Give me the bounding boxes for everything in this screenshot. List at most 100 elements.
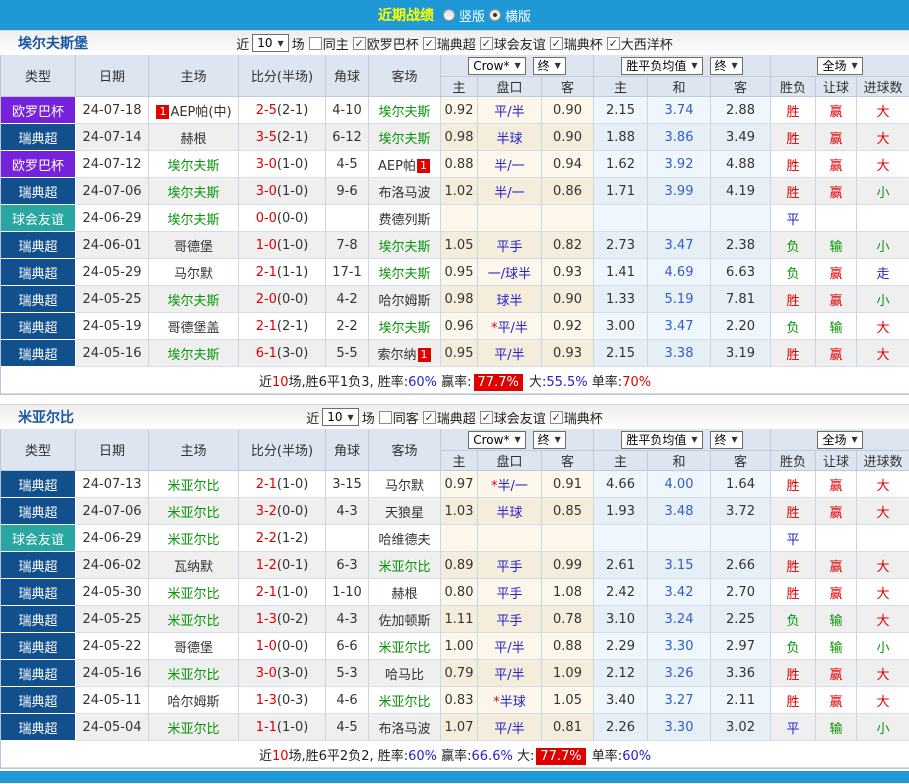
odds-away-cell: 0.81 xyxy=(542,714,594,741)
odds-away-cell: 0.93 xyxy=(542,340,594,367)
scope-select[interactable]: 全场 xyxy=(817,431,862,449)
table-row: 瑞典超24-07-06米亚尔比3-2(0-0)4-3天狼星1.03半球0.851… xyxy=(1,498,909,525)
league-checkbox[interactable] xyxy=(480,37,493,50)
handicap-value: 赢 xyxy=(830,695,843,710)
result-value: 胜 xyxy=(787,560,800,575)
league-checkbox[interactable] xyxy=(423,411,436,424)
date-cell: 24-05-25 xyxy=(76,606,149,633)
goals-value: 大 xyxy=(877,614,890,629)
score-cell: 3-0(1-0) xyxy=(239,178,326,205)
league-checkbox[interactable] xyxy=(480,411,493,424)
layout-radio[interactable] xyxy=(443,9,455,21)
layout-radio[interactable] xyxy=(489,9,501,21)
goals-value: 大 xyxy=(877,132,890,147)
summary-segment: 场,胜6平2负2, 胜率: xyxy=(289,749,409,764)
corners-cell: 2-2 xyxy=(326,313,369,340)
handicap-cell: 赢 xyxy=(816,687,857,714)
halftime-score: (0-0) xyxy=(277,504,308,519)
games-count-select[interactable]: 10 xyxy=(322,408,358,426)
same-venue-filter: 同客 xyxy=(378,408,419,427)
odds-final-select[interactable]: 终 xyxy=(533,431,566,449)
same-venue-label: 同主 xyxy=(323,34,349,53)
avg-draw-cell xyxy=(648,525,711,552)
league-label: 瑞典超 xyxy=(437,34,476,53)
score-cell: 2-1(2-1) xyxy=(239,313,326,340)
column-header-corners: 角球 xyxy=(326,429,369,471)
date-cell: 24-06-29 xyxy=(76,525,149,552)
corners-cell: 17-1 xyxy=(326,259,369,286)
odds-source-select[interactable]: Crow* xyxy=(468,57,525,75)
avg-away-cell: 2.88 xyxy=(711,97,771,124)
odds-away-cell: 1.08 xyxy=(542,579,594,606)
league-checkbox[interactable] xyxy=(353,37,366,50)
home-team-name: 瓦纳默 xyxy=(174,560,213,575)
odds-line-cell: 平/半 xyxy=(478,714,542,741)
scope-select[interactable]: 全场 xyxy=(817,57,862,75)
type-cell: 瑞典超 xyxy=(1,259,76,286)
league-checkbox[interactable] xyxy=(550,411,563,424)
odds-away-cell: 0.91 xyxy=(542,471,594,498)
corners-cell xyxy=(326,205,369,232)
avg-final-select[interactable]: 终 xyxy=(710,431,743,449)
avg-final-select[interactable]: 终 xyxy=(710,57,743,75)
goals-cell: 大 xyxy=(857,124,909,151)
away-team-name: AEP帕 xyxy=(378,159,416,174)
odds-away-cell xyxy=(542,525,594,552)
avg-source-select[interactable]: 胜平负均值 xyxy=(621,431,702,449)
odds-line-cell: 平手 xyxy=(478,579,542,606)
result-value: 胜 xyxy=(787,668,800,683)
corners-cell: 4-5 xyxy=(326,714,369,741)
summary-row: 近10场,胜6平1负3, 胜率:60% 赢率:77.7% 大:55.5% 单率:… xyxy=(1,367,909,394)
same-venue-checkbox[interactable] xyxy=(309,37,322,50)
goals-value: 大 xyxy=(877,695,890,710)
odds-final-select[interactable]: 终 xyxy=(533,57,566,75)
games-count-select[interactable]: 10 xyxy=(252,34,288,52)
same-venue-checkbox[interactable] xyxy=(379,411,392,424)
away-team-cell: 布洛马波 xyxy=(369,714,441,741)
home-team-name: 米亚尔比 xyxy=(167,722,219,737)
handicap-value: 赢 xyxy=(830,506,843,521)
league-checkbox[interactable] xyxy=(550,37,563,50)
avg-draw-cell: 3.26 xyxy=(648,660,711,687)
goals-value: 小 xyxy=(877,722,890,737)
odds-source-select[interactable]: Crow* xyxy=(468,431,525,449)
avg-draw-value: 5.19 xyxy=(665,292,694,307)
avg-draw-value: 3.92 xyxy=(665,157,694,172)
goals-cell: 大 xyxy=(857,313,909,340)
odds-header-group: Crow* 终 xyxy=(441,429,594,451)
avg-home-cell: 2.61 xyxy=(594,552,648,579)
odds-home-cell: 0.98 xyxy=(441,124,478,151)
odds-line-cell: 平手 xyxy=(478,232,542,259)
avg-draw-value: 3.30 xyxy=(665,720,694,735)
result-cell: 胜 xyxy=(771,579,816,606)
handicap-cell: 赢 xyxy=(816,286,857,313)
handicap-cell: 赢 xyxy=(816,124,857,151)
goals-cell: 大 xyxy=(857,552,909,579)
result-value: 负 xyxy=(787,641,800,656)
league-checkbox[interactable] xyxy=(607,37,620,50)
corners-cell: 4-3 xyxy=(326,498,369,525)
away-team-name: 索尔纳 xyxy=(377,348,416,363)
home-team-name: AEP帕(中) xyxy=(170,105,231,120)
corners-cell: 4-3 xyxy=(326,606,369,633)
halftime-score: (2-1) xyxy=(277,319,308,334)
type-cell: 瑞典超 xyxy=(1,660,76,687)
handicap-cell: 输 xyxy=(816,232,857,259)
avg-source-select[interactable]: 胜平负均值 xyxy=(621,57,702,75)
type-cell: 欧罗巴杯 xyxy=(1,97,76,124)
line-text: 半/一 xyxy=(498,479,528,494)
odds-source-select-value: Crow* xyxy=(473,59,509,73)
league-checkbox[interactable] xyxy=(423,37,436,50)
fulltime-score: 1-0 xyxy=(256,639,277,654)
halftime-score: (0-0) xyxy=(277,211,308,226)
away-team-cell: 哈马比 xyxy=(369,660,441,687)
goals-cell: 小 xyxy=(857,286,909,313)
odds-home-cell: 0.98 xyxy=(441,286,478,313)
avg-draw-cell: 4.00 xyxy=(648,471,711,498)
home-team-cell: 米亚尔比 xyxy=(149,471,239,498)
home-team-cell: 米亚尔比 xyxy=(149,525,239,552)
date-cell: 24-07-06 xyxy=(76,498,149,525)
type-cell: 欧罗巴杯 xyxy=(1,151,76,178)
fulltime-score: 1-2 xyxy=(256,558,277,573)
summary-segment: 60% xyxy=(408,749,437,764)
